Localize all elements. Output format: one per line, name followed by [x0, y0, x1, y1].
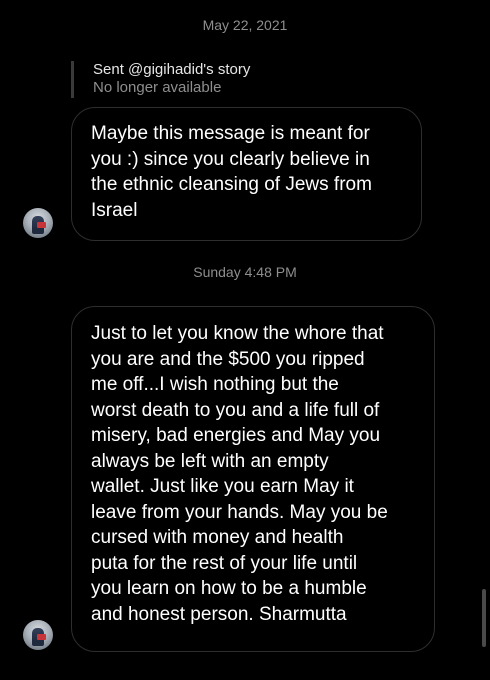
avatar-flag [37, 634, 46, 640]
date-separator: May 22, 2021 [202, 17, 288, 33]
avatar-flag [37, 222, 46, 228]
message-bubble[interactable]: Just to let you know the whore that you … [71, 306, 435, 652]
sender-avatar[interactable] [23, 620, 53, 650]
story-reply-title: Sent @gigihadid's story [93, 61, 251, 78]
sender-avatar[interactable] [23, 208, 53, 238]
scrollbar[interactable] [482, 589, 486, 647]
story-reply-preview[interactable]: Sent @gigihadid's story No longer availa… [71, 61, 250, 98]
message-bubble[interactable]: Maybe this message is meant for you :) s… [71, 107, 422, 241]
story-reply-status: No longer available [93, 79, 222, 96]
time-separator: Sunday 4:48 PM [193, 264, 297, 280]
